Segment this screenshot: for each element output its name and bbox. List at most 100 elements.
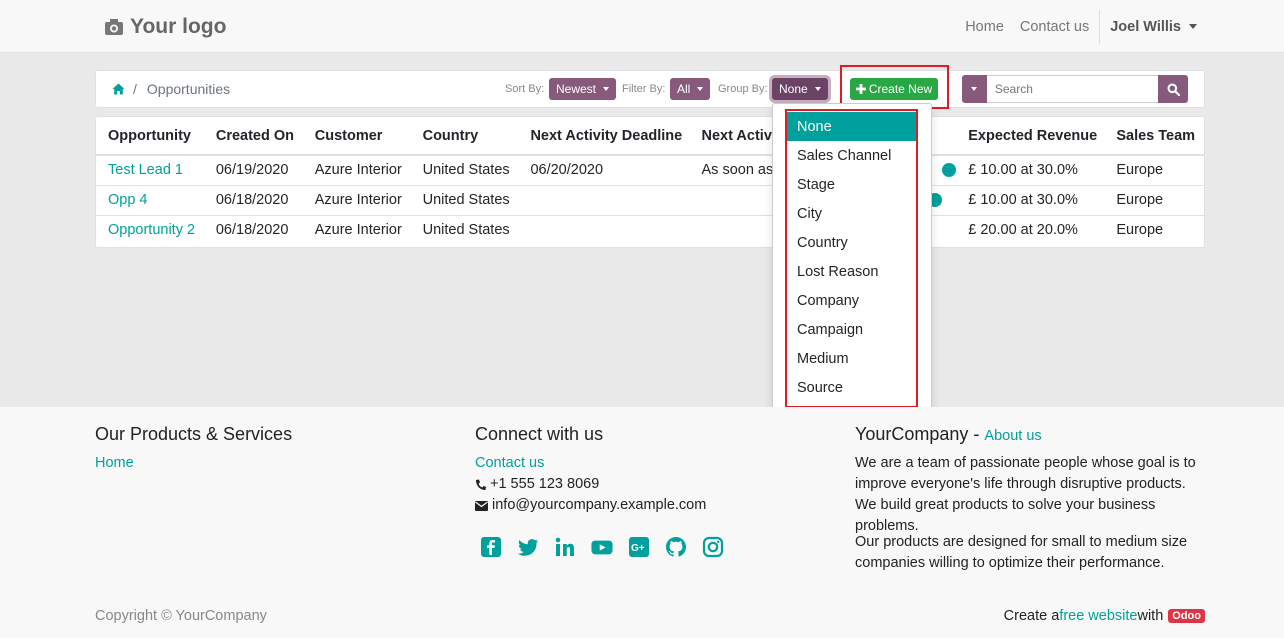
cell-opportunity: Opportunity 2: [96, 215, 204, 245]
cell-expected-revenue: £ 20.00 at 20.0%: [968, 222, 1078, 239]
sort-by-dropdown[interactable]: Newest: [549, 78, 617, 100]
phone-number: +1 555 123 8069: [490, 476, 600, 492]
cell-deadline: [518, 215, 689, 245]
cell-deadline: [518, 185, 690, 216]
search-button[interactable]: [1158, 75, 1188, 103]
nav-home-link[interactable]: Home: [957, 19, 1012, 35]
company-heading: YourCompany - About us: [855, 424, 1042, 445]
sort-by-value: Newest: [556, 82, 597, 96]
copyright-text: Copyright © YourCompany: [95, 608, 267, 624]
activity-status-icon: [942, 163, 957, 178]
cell-expected-revenue: £ 10.00 at 30.0%: [956, 185, 1105, 216]
credit-mid: with: [1137, 608, 1164, 624]
cell-customer: Azure Interior: [314, 222, 402, 239]
camera-icon: [105, 19, 123, 35]
opportunity-link[interactable]: Opportunity 2: [108, 222, 195, 238]
chevron-down-icon: [697, 87, 704, 91]
cell-created-on: 06/18/2020: [203, 185, 303, 216]
column-header[interactable]: Created On: [203, 117, 303, 156]
svg-text:G+: G+: [631, 543, 645, 554]
chevron-down-icon: [603, 87, 610, 91]
chevron-down-icon: [1189, 24, 1197, 29]
breadcrumb-separator: /: [133, 81, 137, 97]
table-row[interactable]: Opp 4 06/18/2020 Azure Interior United S…: [96, 185, 1204, 216]
sort-by-label: Sort By:: [505, 83, 545, 95]
table-row[interactable]: Test Lead 1 06/19/2020 Azure Interior Un…: [96, 155, 1204, 186]
user-name: Joel Willis: [1110, 18, 1181, 35]
logo-text: Your logo: [130, 15, 227, 38]
column-header[interactable]: Customer: [302, 117, 411, 156]
site-logo[interactable]: Your logo: [104, 13, 226, 41]
cell-country: United States: [422, 222, 510, 239]
top-navbar: Your logo Home Contact us Joel Willis: [0, 0, 1284, 53]
cell-customer: Azure Interior: [302, 185, 411, 216]
column-header[interactable]: Country: [410, 117, 519, 156]
footer-phone: +1 555 123 8069: [475, 474, 599, 495]
search-options-dropdown[interactable]: [962, 75, 987, 103]
group-by-label: Group By:: [718, 83, 768, 95]
table-header-row: Opportunity Created On Customer Country …: [96, 117, 1204, 156]
opportunity-link[interactable]: Opp 4: [108, 192, 148, 208]
footer-contact-link[interactable]: Contact us: [475, 455, 544, 471]
filter-by-label: Filter By:: [622, 83, 666, 95]
odoo-badge[interactable]: Odoo: [1168, 609, 1205, 623]
phone-icon: [476, 479, 486, 490]
filter-by-value: All: [677, 82, 691, 96]
group-by-value: None: [779, 82, 808, 96]
cell-sales-team: Europe: [1104, 185, 1204, 216]
cell-customer: Azure Interior: [302, 155, 411, 186]
cell-sales-team: Europe: [1104, 155, 1204, 186]
twitter-icon[interactable]: [517, 536, 539, 558]
google-plus-icon[interactable]: G+: [628, 536, 650, 558]
search-icon: [1167, 83, 1180, 96]
cell-sales-team: Europe: [1116, 222, 1164, 239]
search-bar: [962, 75, 1188, 103]
nav-contact-link[interactable]: Contact us: [1012, 19, 1097, 35]
footer-home-link[interactable]: Home: [95, 455, 134, 471]
cell-created-on: 06/19/2020: [203, 155, 303, 186]
about-paragraph-2: Our products are designed for small to m…: [855, 534, 1188, 571]
group-by-menu-highlight: [785, 109, 918, 408]
envelope-icon: [475, 500, 488, 511]
cell-country: United States: [410, 155, 519, 186]
search-input[interactable]: [986, 75, 1159, 103]
nav-divider: [1099, 9, 1101, 44]
opportunity-link[interactable]: Test Lead 1: [108, 162, 183, 178]
column-header[interactable]: Next Activity Deadline: [518, 117, 690, 156]
cell-country: United States: [410, 185, 519, 216]
table-row[interactable]: Opportunity 2 06/18/2020 Azure Interior …: [96, 215, 1204, 245]
cell-created-on: 06/18/2020: [215, 222, 289, 239]
next-activity-text: As soon as: [701, 162, 774, 179]
free-website-link[interactable]: free website: [1059, 608, 1137, 624]
email-address: info@yourcompany.example.com: [492, 497, 707, 513]
linkedin-icon[interactable]: [554, 536, 576, 558]
home-icon[interactable]: [112, 83, 125, 95]
credit-prefix: Create a: [1003, 608, 1060, 624]
about-us-link[interactable]: About us: [984, 428, 1041, 444]
company-name: YourCompany: [855, 424, 969, 444]
facebook-icon[interactable]: [480, 536, 502, 558]
about-paragraph-1: We are a team of passionate people whose…: [855, 455, 1196, 534]
products-heading: Our Products & Services: [95, 424, 293, 444]
column-header[interactable]: Opportunity: [96, 117, 204, 156]
breadcrumb: / Opportunities: [112, 71, 230, 107]
column-header[interactable]: Expected Revenue: [956, 117, 1105, 156]
social-links: G+: [480, 536, 739, 558]
filter-by-dropdown[interactable]: All: [670, 78, 711, 100]
github-icon[interactable]: [665, 536, 687, 558]
column-header[interactable]: Sales Team: [1104, 117, 1204, 156]
connect-heading: Connect with us: [475, 424, 604, 444]
group-by-dropdown[interactable]: None: [772, 78, 828, 100]
chevron-down-icon: [971, 87, 978, 91]
heading-dash: -: [968, 424, 985, 444]
youtube-icon[interactable]: [591, 536, 613, 558]
instagram-icon[interactable]: [702, 536, 724, 558]
cell-opportunity: Test Lead 1: [96, 155, 204, 186]
chevron-down-icon: [814, 87, 821, 91]
breadcrumb-current: Opportunities: [146, 81, 231, 97]
cell-expected-revenue: £ 10.00 at 30.0%: [956, 155, 1105, 186]
opportunities-table-card: Opportunity Created On Customer Country …: [95, 116, 1205, 248]
user-menu[interactable]: Joel Willis: [1101, 19, 1197, 35]
nav-menu: Home Contact us Joel Willis: [957, 0, 1197, 53]
footer-email: info@yourcompany.example.com: [475, 495, 706, 516]
